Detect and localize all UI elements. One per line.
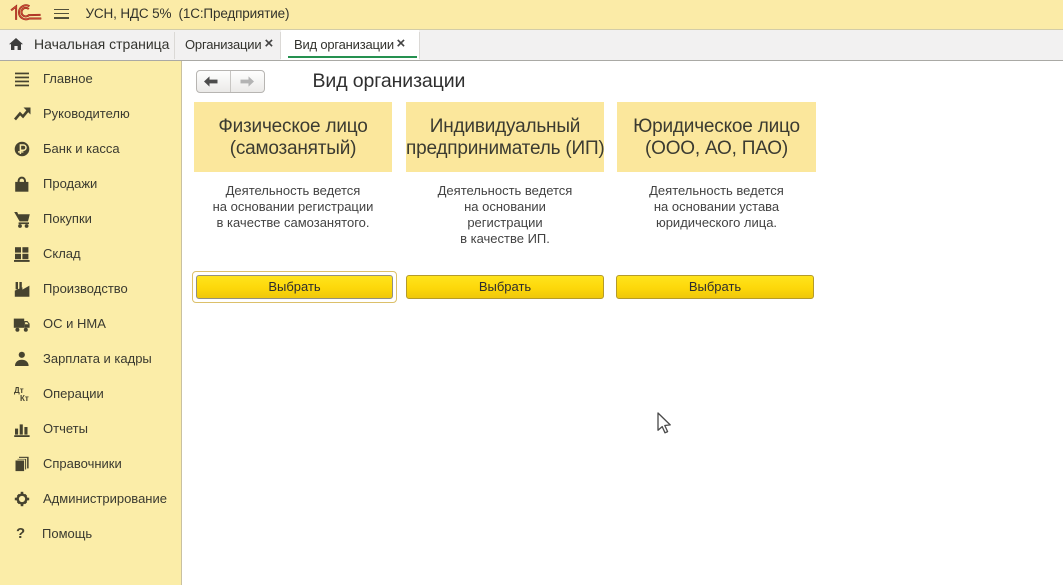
svg-text:Кт: Кт bbox=[20, 394, 29, 403]
